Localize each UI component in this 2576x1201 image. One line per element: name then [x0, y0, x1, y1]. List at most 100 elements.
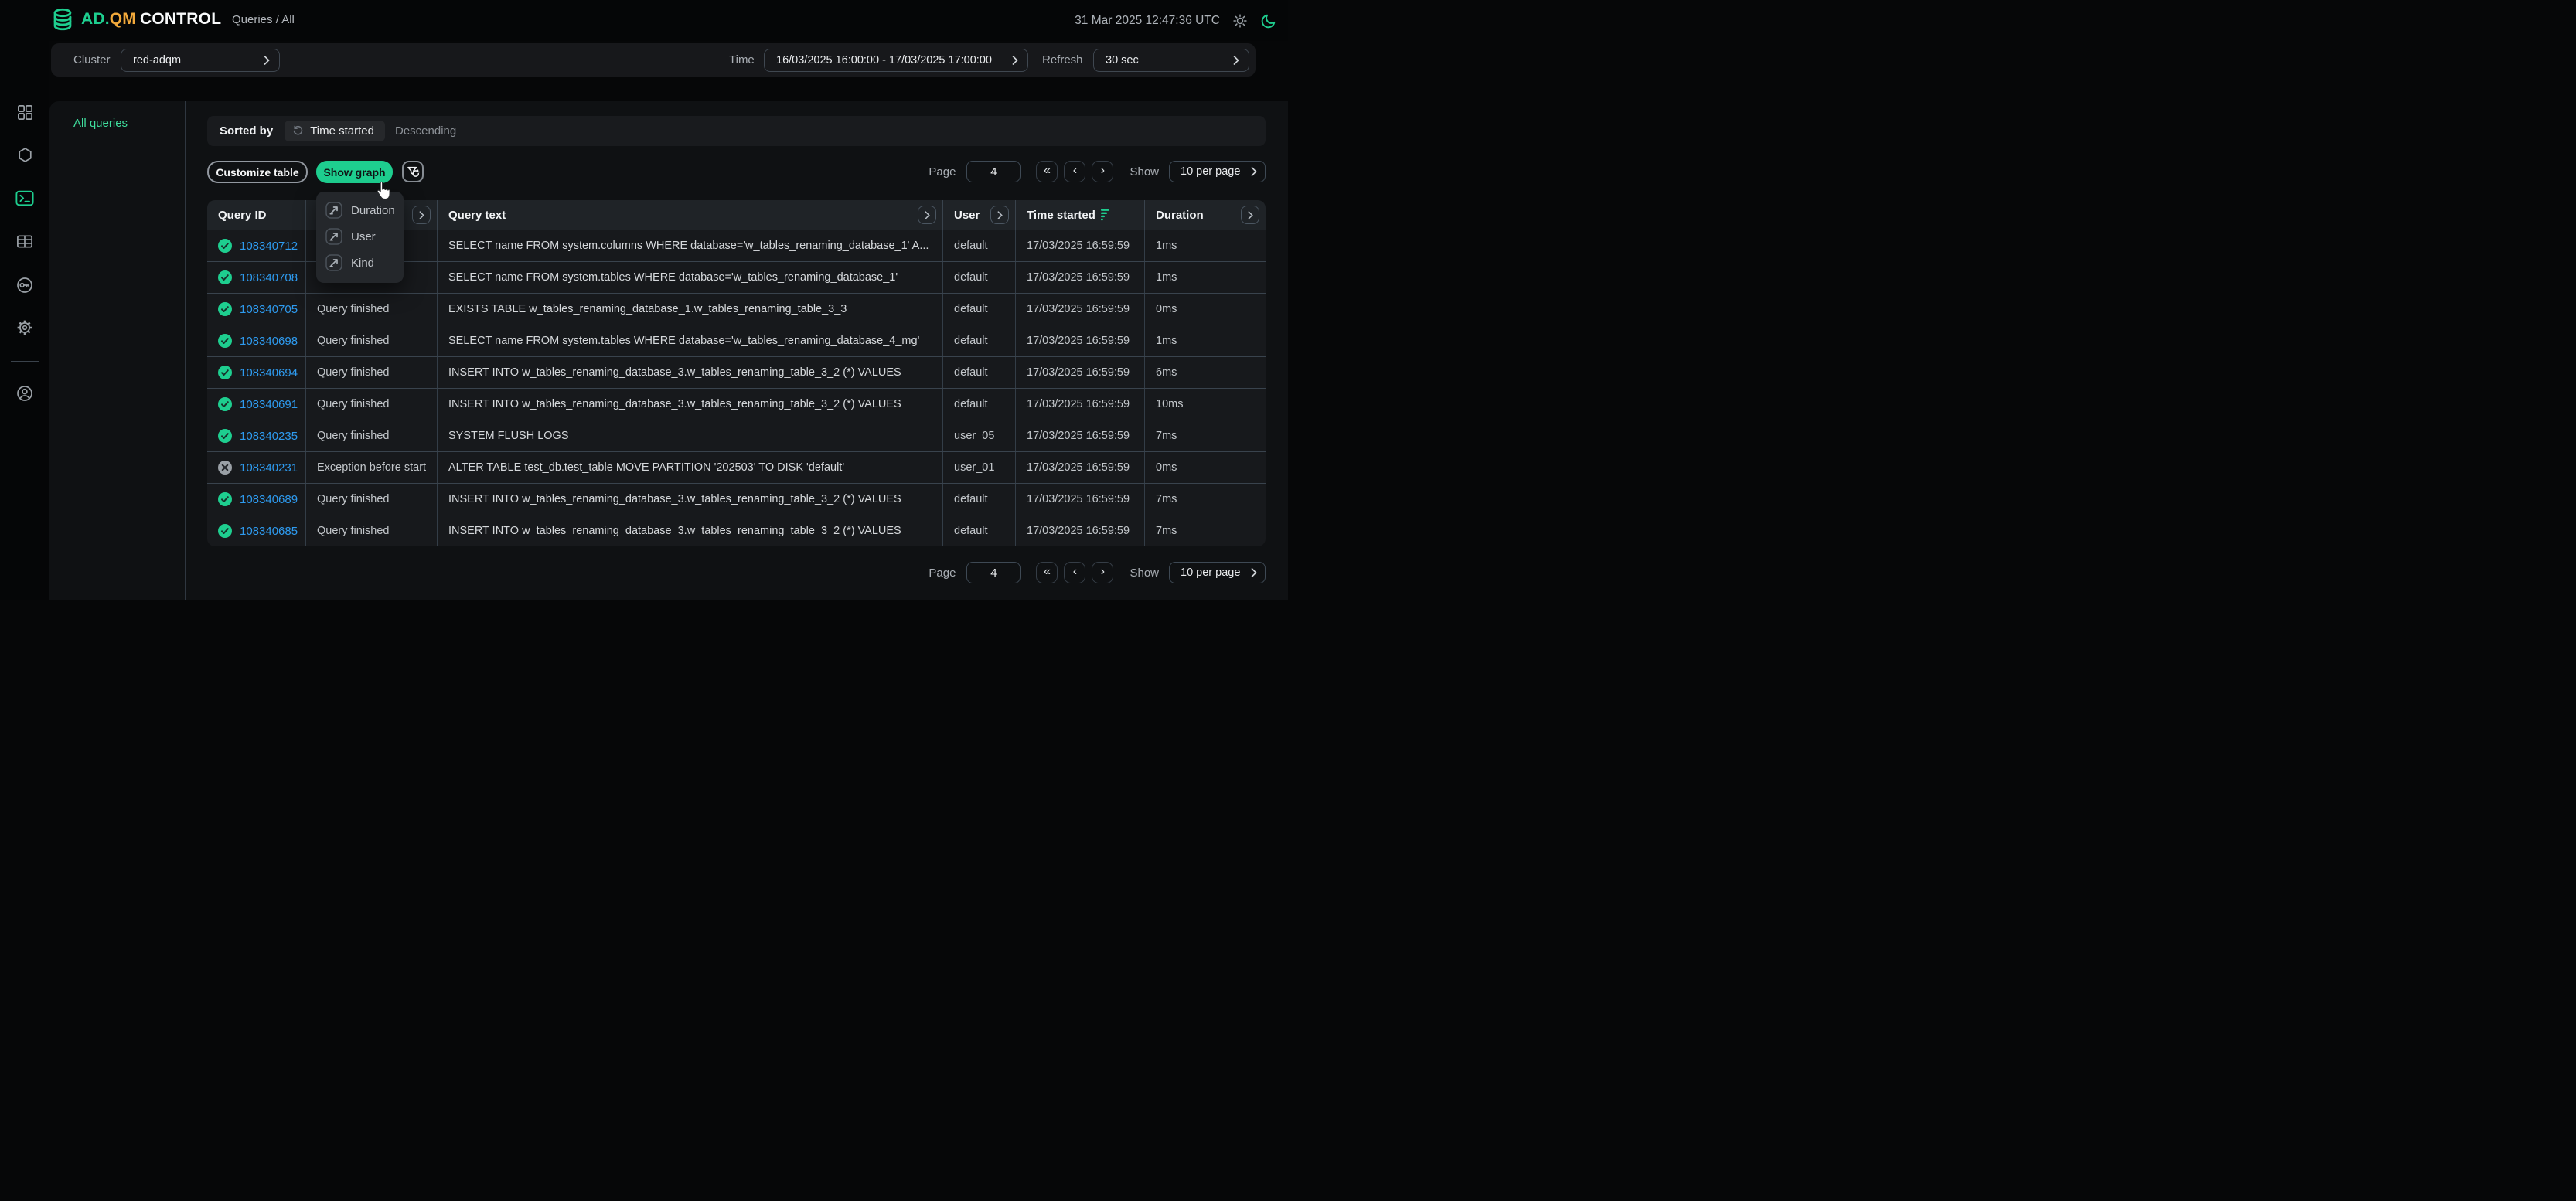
- expand-status-column-button[interactable]: [412, 206, 431, 224]
- menu-item-user[interactable]: User: [316, 223, 404, 250]
- query-status-cell: Query finished: [306, 515, 438, 546]
- sidebar: [0, 41, 49, 600]
- query-id-link[interactable]: 108340708: [240, 271, 298, 284]
- previous-page-button[interactable]: ‹: [1064, 161, 1085, 182]
- time-started-cell: 17/03/2025 16:59:59: [1016, 230, 1145, 261]
- time-started-cell: 17/03/2025 16:59:59: [1016, 262, 1145, 293]
- cluster-label: Cluster: [73, 53, 111, 66]
- table-row[interactable]: 108340685 Query finished INSERT INTO w_t…: [207, 515, 1266, 546]
- expand-user-column-button[interactable]: [990, 206, 1009, 224]
- column-header-user: User: [943, 200, 1016, 230]
- status-success-icon: [218, 524, 232, 538]
- sorted-by-bar: Sorted by Time started Descending: [207, 116, 1266, 146]
- duration-cell: 10ms: [1145, 389, 1266, 420]
- chevron-right-icon: [997, 211, 1003, 219]
- column-header-time-started[interactable]: Time started: [1016, 200, 1145, 230]
- time-label: Time: [729, 53, 755, 66]
- query-text-cell: SELECT name FROM system.tables WHERE dat…: [438, 325, 943, 356]
- query-text-cell: ALTER TABLE test_db.test_table MOVE PART…: [438, 452, 943, 483]
- query-id-link[interactable]: 108340235: [240, 430, 298, 443]
- next-page-button[interactable]: ›: [1092, 161, 1113, 182]
- table-row[interactable]: 108340694 Query finished INSERT INTO w_t…: [207, 356, 1266, 388]
- logo-text: AD.QMCONTROL: [81, 10, 221, 29]
- app-logo[interactable]: AD.QMCONTROL: [49, 6, 221, 32]
- sidebar-item-queries[interactable]: [15, 189, 34, 207]
- table-row[interactable]: 108340689 Query finished INSERT INTO w_t…: [207, 483, 1266, 515]
- nav-all-queries[interactable]: All queries: [73, 117, 128, 130]
- first-page-button[interactable]: «: [1036, 562, 1058, 583]
- query-status-cell: Query finished: [306, 389, 438, 420]
- duration-cell: 7ms: [1145, 515, 1266, 546]
- sort-field-chip[interactable]: Time started: [285, 121, 385, 141]
- reset-filters-button[interactable]: [402, 161, 424, 182]
- left-panel-divider: [185, 101, 186, 600]
- sidebar-item-settings[interactable]: [15, 318, 34, 337]
- query-id-link[interactable]: 108340698: [240, 335, 298, 348]
- page-number-input[interactable]: [966, 161, 1021, 182]
- previous-page-button[interactable]: ‹: [1064, 562, 1085, 583]
- menu-item-duration[interactable]: Duration: [316, 197, 404, 223]
- status-success-icon: [218, 397, 232, 411]
- pagination-top: Page « ‹ › Show 10 per page: [929, 161, 1266, 182]
- query-id-link[interactable]: 108340712: [240, 240, 298, 253]
- next-page-button[interactable]: ›: [1092, 562, 1113, 583]
- first-page-button[interactable]: «: [1036, 161, 1058, 182]
- user-cell: user_01: [943, 452, 1016, 483]
- query-status-cell: Exception before start: [306, 452, 438, 483]
- table-row[interactable]: 108340698 Query finished SELECT name FRO…: [207, 325, 1266, 356]
- query-text-cell: SYSTEM FLUSH LOGS: [438, 420, 943, 451]
- query-id-link[interactable]: 108340231: [240, 461, 298, 475]
- graph-icon: [325, 228, 342, 245]
- expand-query-text-column-button[interactable]: [918, 206, 936, 224]
- status-success-icon: [218, 492, 232, 506]
- refresh-select[interactable]: 30 sec: [1093, 49, 1249, 72]
- status-success-icon: [218, 239, 232, 253]
- query-text-cell: SELECT name FROM system.tables WHERE dat…: [438, 262, 943, 293]
- logo-icon: [49, 6, 76, 32]
- menu-item-kind[interactable]: Kind: [316, 250, 404, 276]
- chevron-right-icon: [419, 211, 424, 219]
- query-id-link[interactable]: 108340685: [240, 525, 298, 538]
- top-header: AD.QMCONTROL Queries / All 31 Mar 2025 1…: [0, 0, 1288, 41]
- cluster-select[interactable]: red-adqm: [121, 49, 280, 72]
- per-page-select[interactable]: 10 per page: [1169, 161, 1266, 182]
- time-started-cell: 17/03/2025 16:59:59: [1016, 389, 1145, 420]
- time-range-select[interactable]: 16/03/2025 16:00:00 - 17/03/2025 17:00:0…: [764, 49, 1028, 72]
- customize-table-button[interactable]: Customize table: [207, 161, 308, 183]
- query-text-cell: SELECT name FROM system.columns WHERE da…: [438, 230, 943, 261]
- page-number-input[interactable]: [966, 562, 1021, 583]
- time-started-cell: 17/03/2025 16:59:59: [1016, 452, 1145, 483]
- dark-theme-moon-icon[interactable]: [1260, 12, 1277, 29]
- column-header-query-text: Query text: [438, 200, 943, 230]
- status-success-icon: [218, 270, 232, 284]
- table-row[interactable]: 108340705 Query finished EXISTS TABLE w_…: [207, 293, 1266, 325]
- sidebar-item-access-key[interactable]: [15, 276, 34, 294]
- query-id-link[interactable]: 108340689: [240, 493, 298, 506]
- user-cell: user_05: [943, 420, 1016, 451]
- sort-direction[interactable]: Descending: [395, 124, 456, 138]
- sidebar-item-dashboard[interactable]: [15, 103, 34, 121]
- sidebar-item-clusters[interactable]: [15, 145, 34, 164]
- light-theme-sun-icon[interactable]: [1232, 13, 1248, 29]
- query-status-cell: Query finished: [306, 420, 438, 451]
- page-label: Page: [929, 566, 956, 580]
- page-label: Page: [929, 165, 956, 179]
- table-row[interactable]: 108340691 Query finished INSERT INTO w_t…: [207, 388, 1266, 420]
- table-row[interactable]: 108340231 Exception before start ALTER T…: [207, 451, 1266, 483]
- filter-bar: Cluster red-adqm Time 16/03/2025 16:00:0…: [51, 43, 1256, 77]
- show-graph-button[interactable]: Show graph: [316, 161, 393, 183]
- table-row[interactable]: 108340235 Query finished SYSTEM FLUSH LO…: [207, 420, 1266, 451]
- sidebar-item-profile[interactable]: [15, 384, 34, 403]
- duration-cell: 1ms: [1145, 262, 1266, 293]
- status-success-icon: [218, 302, 232, 316]
- expand-duration-column-button[interactable]: [1241, 206, 1259, 224]
- query-id-link[interactable]: 108340705: [240, 303, 298, 316]
- query-id-link[interactable]: 108340691: [240, 398, 298, 411]
- user-cell: default: [943, 484, 1016, 515]
- query-id-link[interactable]: 108340694: [240, 366, 298, 379]
- chevron-right-icon: [1248, 211, 1253, 219]
- per-page-select[interactable]: 10 per page: [1169, 562, 1266, 583]
- sidebar-item-tables[interactable]: [15, 232, 34, 250]
- show-label: Show: [1130, 566, 1159, 580]
- breadcrumb[interactable]: Queries / All: [232, 13, 295, 26]
